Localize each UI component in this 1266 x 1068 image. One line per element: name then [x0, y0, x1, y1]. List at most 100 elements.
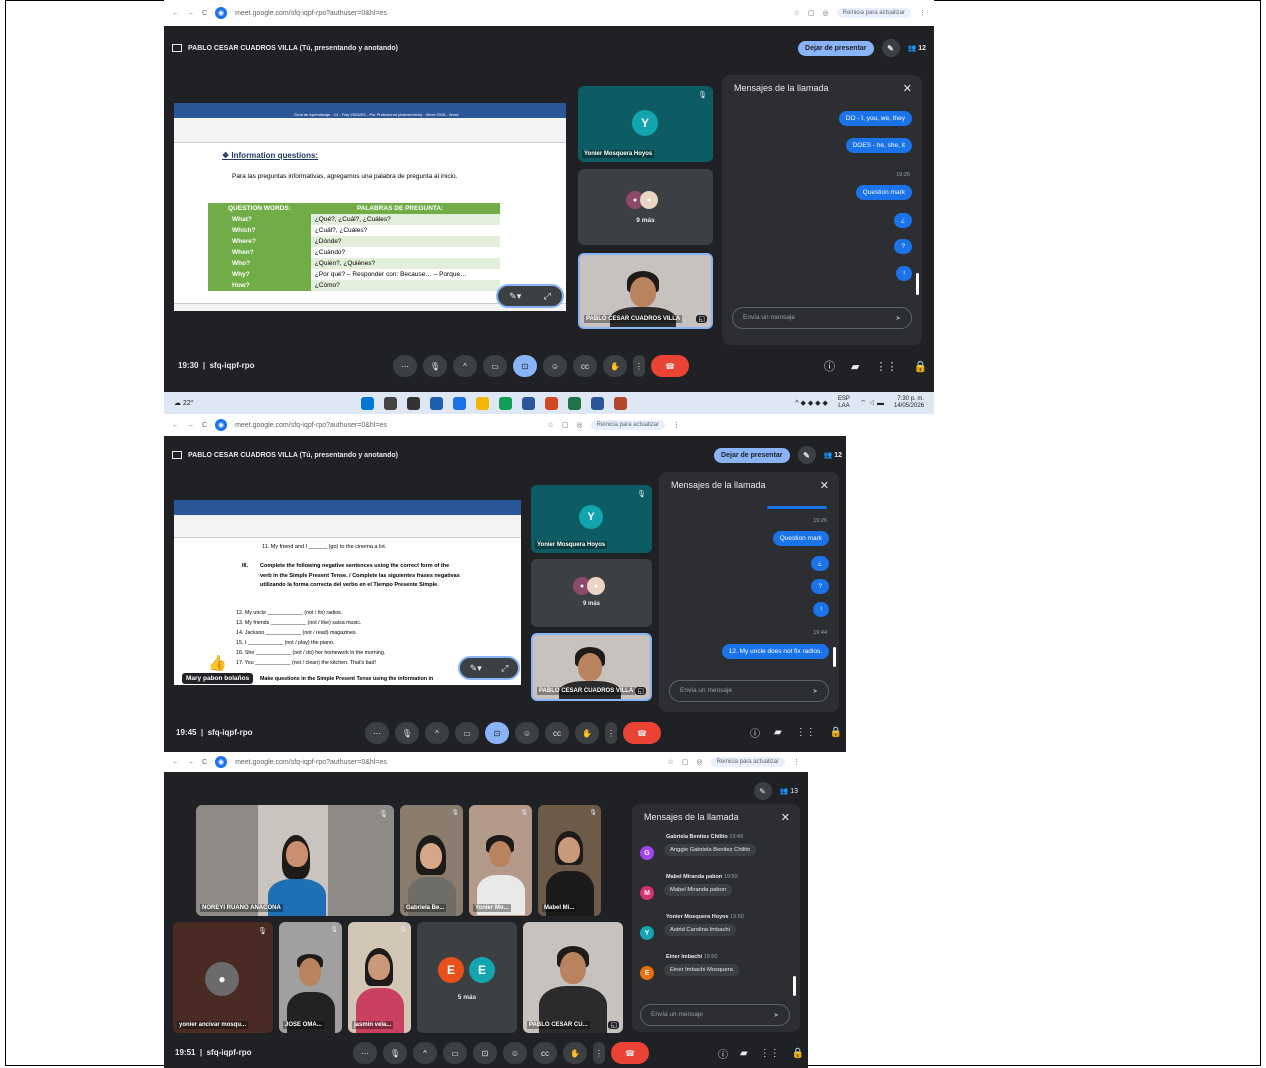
- chevron-up-icon[interactable]: ^: [413, 1042, 437, 1064]
- annotation-icon[interactable]: ✎: [753, 782, 772, 800]
- send-icon[interactable]: ➤: [774, 1011, 779, 1019]
- captions-icon[interactable]: cc: [573, 355, 597, 377]
- emoji-icon[interactable]: ☺: [515, 722, 539, 744]
- send-icon[interactable]: ➤: [896, 314, 901, 322]
- forward-icon[interactable]: →: [187, 422, 194, 429]
- chat-icon[interactable]: ▰: [851, 360, 859, 373]
- reload-icon[interactable]: C: [202, 422, 207, 429]
- more-audio-icon[interactable]: ⋯: [365, 722, 389, 744]
- clock[interactable]: 7:30 p. m. 14/05/2026: [894, 396, 924, 410]
- expand-icon[interactable]: ⤢: [544, 291, 551, 302]
- activities-icon[interactable]: ⋮⋮: [796, 727, 816, 738]
- pdf-icon[interactable]: [614, 396, 628, 410]
- captions-icon[interactable]: cc: [545, 722, 569, 744]
- extension-icon[interactable]: ▢: [808, 9, 815, 17]
- activities-icon[interactable]: ⋮⋮: [875, 360, 897, 373]
- menu-icon[interactable]: ⋮: [673, 421, 680, 429]
- profile-icon[interactable]: ◎: [697, 758, 703, 766]
- more-options-icon[interactable]: ⋮: [633, 355, 645, 377]
- weather-temp[interactable]: ☁ 22°: [174, 399, 194, 407]
- mic-icon[interactable]: 🎙: [395, 722, 419, 744]
- end-call-icon[interactable]: ☎: [611, 1042, 649, 1064]
- language-indicator[interactable]: ESP LAA: [838, 396, 850, 410]
- back-icon[interactable]: ←: [172, 422, 179, 429]
- update-button[interactable]: Reinicia para actualizar: [590, 420, 665, 430]
- people-count[interactable]: 👥 13: [780, 787, 798, 795]
- participant-tile-gabriela[interactable]: 🎙 Gabriela Be...: [400, 805, 463, 916]
- info-icon[interactable]: ⓘ: [824, 358, 835, 374]
- participant-tile-yonier[interactable]: Y 🎙 Yonier Mosquera Hoyos: [531, 485, 652, 553]
- participant-tile-noreyi[interactable]: 🎙 NOREYI RUANO ANACONA: [196, 805, 394, 916]
- camera-icon[interactable]: ▭: [483, 355, 507, 377]
- annotation-icon[interactable]: ✎: [881, 39, 900, 57]
- more-audio-icon[interactable]: ⋯: [393, 355, 417, 377]
- update-button[interactable]: Reinicia para actualizar: [710, 757, 785, 767]
- back-icon[interactable]: ←: [172, 10, 179, 17]
- scrollbar[interactable]: [916, 273, 919, 295]
- participant-tile-mabel[interactable]: 🎙 Mabel Mi...: [538, 805, 601, 916]
- chat-input[interactable]: Envía un mensaje ➤: [669, 680, 829, 702]
- mic-icon[interactable]: 🎙: [383, 1042, 407, 1064]
- raise-hand-icon[interactable]: ✋: [603, 355, 627, 377]
- info-icon[interactable]: ⓘ: [750, 725, 760, 740]
- present-button-icon[interactable]: ⊡: [473, 1042, 497, 1064]
- more-options-icon[interactable]: ⋮: [593, 1042, 605, 1064]
- camera-icon[interactable]: ▭: [443, 1042, 467, 1064]
- star-icon[interactable]: ☆: [668, 758, 674, 766]
- people-count[interactable]: 👥 12: [908, 44, 926, 52]
- scrollbar[interactable]: [833, 647, 836, 667]
- pin-icon[interactable]: ◱: [696, 315, 707, 323]
- profile-icon[interactable]: ◎: [823, 9, 829, 17]
- url-text[interactable]: meet.google.com/sfq-iqpf-rpo?authuser=0&…: [235, 10, 786, 17]
- annotation-icon[interactable]: ✎: [797, 446, 816, 464]
- participant-tile-yonier-ancivar[interactable]: ● 🎙 yonier ancivar mosqu...: [173, 922, 273, 1033]
- people-count[interactable]: 👥 12: [824, 451, 842, 459]
- forward-icon[interactable]: →: [187, 759, 194, 766]
- info-icon[interactable]: ⓘ: [718, 1046, 728, 1061]
- reload-icon[interactable]: C: [202, 10, 207, 17]
- participant-tile-yonier[interactable]: 🎙 Yonier Mo...: [469, 805, 532, 916]
- emoji-icon[interactable]: ☺: [543, 355, 567, 377]
- profile-icon[interactable]: ◎: [577, 421, 583, 429]
- scrollbar[interactable]: [793, 976, 796, 996]
- back-icon[interactable]: ←: [172, 759, 179, 766]
- powerpoint-icon[interactable]: [545, 396, 559, 410]
- lock-icon[interactable]: 🔒: [913, 360, 927, 373]
- chrome-icon[interactable]: [476, 396, 490, 410]
- expand-icon[interactable]: ⤢: [501, 663, 508, 674]
- self-video-tile[interactable]: PABLO CESAR CUADROS VILLA ◱: [531, 633, 652, 701]
- pen-icon[interactable]: ✎▾: [509, 291, 521, 302]
- tray-icons[interactable]: ^ ◆ ◆ ◆ ◆: [795, 399, 828, 407]
- lock-icon[interactable]: 🔒: [792, 1048, 804, 1059]
- menu-icon[interactable]: ⋮: [919, 9, 926, 17]
- taskview-icon[interactable]: [407, 396, 421, 410]
- word-icon-2[interactable]: [591, 396, 605, 410]
- stop-presenting-button[interactable]: Dejar de presentar: [714, 447, 790, 463]
- star-icon[interactable]: ☆: [548, 421, 554, 429]
- url-text[interactable]: meet.google.com/sfq-iqpf-rpo?authuser=0&…: [235, 422, 540, 429]
- chat-input[interactable]: Envía un mensaje ➤: [640, 1004, 790, 1026]
- more-audio-icon[interactable]: ⋯: [353, 1042, 377, 1064]
- extension-icon[interactable]: ▢: [682, 758, 689, 766]
- close-icon[interactable]: ✕: [820, 479, 829, 492]
- forward-icon[interactable]: →: [187, 10, 194, 17]
- more-participants-tile[interactable]: ● ● 9 más: [531, 559, 652, 627]
- app-icon[interactable]: [430, 396, 444, 410]
- present-button-icon[interactable]: ⊡: [485, 722, 509, 744]
- raise-hand-icon[interactable]: ✋: [563, 1042, 587, 1064]
- more-options-icon[interactable]: ⋮: [605, 722, 617, 744]
- close-icon[interactable]: ✕: [903, 82, 912, 95]
- chat-icon[interactable]: ▰: [774, 727, 782, 738]
- camera-icon[interactable]: ▭: [455, 722, 479, 744]
- chat-icon[interactable]: ▰: [740, 1048, 748, 1059]
- pen-icon[interactable]: ✎▾: [470, 663, 482, 674]
- word-icon[interactable]: [522, 396, 536, 410]
- annotation-toolbar[interactable]: ✎▾ ⤢: [458, 656, 520, 680]
- taskbar-search-icon[interactable]: [384, 396, 398, 410]
- participant-tile-jose[interactable]: 🎙 JOSE OMA...: [279, 922, 342, 1033]
- pin-icon[interactable]: ◱: [608, 1021, 619, 1029]
- chat-input[interactable]: Envía un mensaje ➤: [732, 307, 912, 329]
- start-icon[interactable]: [361, 396, 375, 410]
- participant-tile-yonier[interactable]: Y 🎙 Yonier Mosquera Hoyos: [578, 86, 713, 162]
- end-call-icon[interactable]: ☎: [651, 355, 689, 377]
